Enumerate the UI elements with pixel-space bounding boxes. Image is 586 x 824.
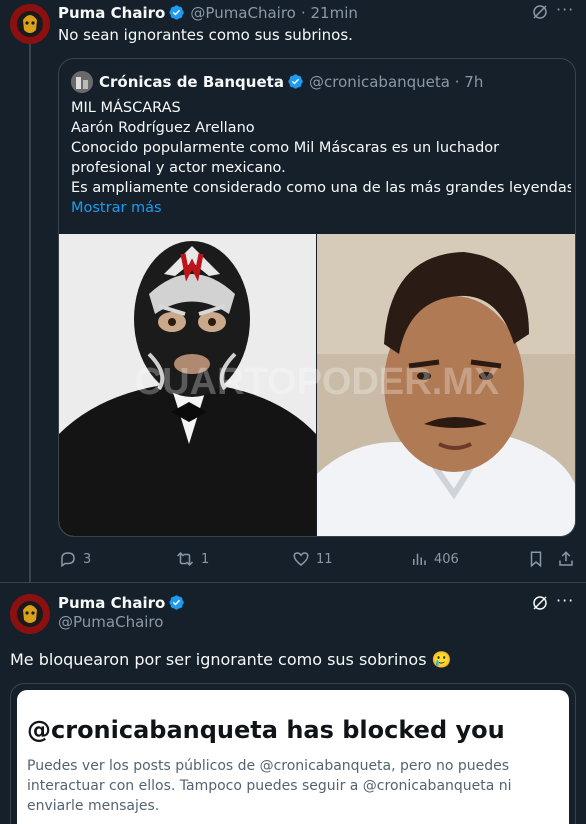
puma-logo-icon [10,594,50,634]
avatar[interactable] [10,594,50,634]
quoted-header: Crónicas de Banqueta @cronicabanqueta · … [99,72,483,91]
like-button[interactable]: 11 [292,550,333,568]
avatar[interactable] [10,4,50,44]
quoted-avatar [71,71,93,93]
quoted-author-handle: @cronicabanqueta · 7h [309,73,484,91]
reply-button[interactable]: 3 [59,550,91,568]
author-handle[interactable]: @PumaChairo [58,613,163,631]
verified-badge-icon [288,74,303,89]
quoted-line: Conocido popularmente como Mil Máscaras … [71,140,500,156]
bookmark-button[interactable] [527,550,545,572]
retweet-count: 1 [201,551,210,567]
attached-image[interactable]: @cronicabanqueta has blocked you Puedes … [10,683,576,824]
puma-logo-icon [10,4,50,44]
wrestler-photo: CUARTOPODER.MX [59,234,575,536]
thread-line [29,44,31,582]
tweet-header: Puma Chairo [58,593,185,612]
author-name[interactable]: Puma Chairo [58,4,165,22]
verified-badge-icon [169,595,185,610]
quoted-media[interactable]: CUARTOPODER.MX [59,234,575,536]
building-icon [71,71,93,93]
tweet-divider [0,582,586,583]
grok-icon[interactable] [531,594,549,616]
quoted-line: Es ampliamente considerado como una de l… [71,180,571,196]
quoted-author-name: Crónicas de Banqueta [99,73,284,91]
more-options-icon[interactable]: ··· [556,591,574,610]
author-name[interactable]: Puma Chairo [58,594,165,612]
tweet-header: Puma Chairo @PumaChairo · 21min [58,3,358,22]
quoted-line: MIL MÁSCARAS [71,100,181,116]
heart-icon [293,552,309,566]
quoted-text: MIL MÁSCARAS Aarón Rodríguez Arellano Co… [71,98,571,218]
more-options-icon[interactable]: ··· [556,0,574,19]
blocked-title: @cronicabanqueta has blocked you [27,716,505,744]
author-handle[interactable]: @PumaChairo [190,4,295,22]
reply-icon [61,552,75,568]
media-watermark: CUARTOPODER.MX [135,361,500,403]
quoted-line: Aarón Rodríguez Arellano [71,120,255,136]
like-count: 11 [316,551,333,567]
grok-icon[interactable] [531,3,549,25]
blocked-screenshot: @cronicabanqueta has blocked you Puedes … [17,690,569,824]
reply-count: 3 [83,551,92,567]
blocked-body: Puedes ver los posts públicos de @cronic… [27,758,512,814]
retweet-button[interactable]: 1 [175,550,209,568]
quoted-line: profesional y actor mexicano. [71,160,286,176]
verified-badge-icon [169,5,185,20]
share-button[interactable] [557,550,575,572]
tweet-text: Me bloquearon por ser ignorante como sus… [10,650,452,669]
show-more-link[interactable]: Mostrar más [71,198,571,218]
tweet-timestamp[interactable]: · 21min [301,4,358,22]
bookmark-icon [530,551,542,568]
views-button[interactable]: 406 [410,550,459,568]
analytics-icon [413,553,426,565]
quoted-tweet[interactable]: Crónicas de Banqueta @cronicabanqueta · … [58,58,576,537]
tweet-text: No sean ignorantes como sus subrinos. [58,26,353,44]
retweet-icon [176,551,194,567]
view-count: 406 [434,551,459,567]
share-icon [559,551,573,566]
